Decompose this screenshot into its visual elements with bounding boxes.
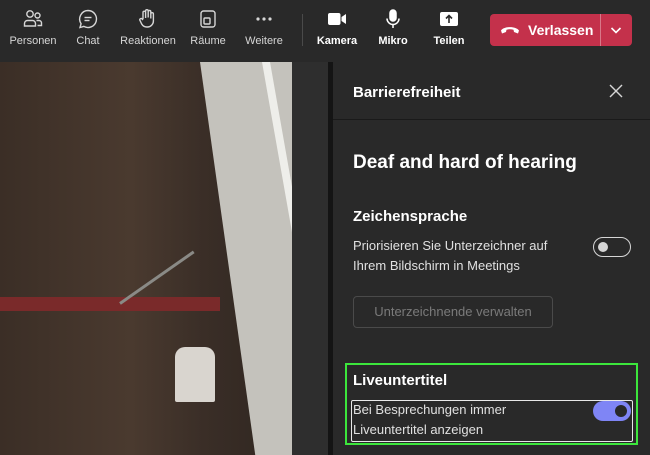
- chat-icon: [78, 9, 98, 29]
- leave-label: Verlassen: [528, 22, 594, 38]
- panel-title: Barrierefreiheit: [353, 84, 461, 101]
- more-icon: [256, 17, 272, 21]
- microphone-button[interactable]: Mikro: [363, 8, 423, 47]
- manage-signers-button[interactable]: Unterzeichnende verwalten: [353, 296, 553, 328]
- people-button[interactable]: Personen: [3, 8, 63, 47]
- close-icon: [609, 84, 623, 98]
- sign-language-heading: Zeichensprache: [353, 208, 468, 225]
- rooms-icon: [200, 10, 216, 28]
- rooms-label: Räume: [190, 35, 226, 47]
- leave-button-group: Verlassen: [490, 14, 632, 46]
- leave-options-button[interactable]: [601, 14, 632, 46]
- video-beam: [0, 297, 220, 311]
- chevron-down-icon: [610, 27, 622, 34]
- sign-language-description: Priorisieren Sie Unterzeichner auf Ihrem…: [353, 238, 548, 273]
- people-icon: [23, 10, 43, 27]
- meeting-toolbar: Personen Chat Reaktionen Räume Weitere K…: [0, 0, 650, 62]
- camera-label: Kamera: [316, 35, 358, 47]
- section-heading: Deaf and hard of hearing: [353, 152, 577, 173]
- share-label: Teilen: [433, 35, 465, 47]
- reactions-button[interactable]: Reaktionen: [118, 8, 178, 47]
- chat-label: Chat: [76, 35, 100, 47]
- close-button[interactable]: [607, 82, 625, 100]
- sign-language-toggle[interactable]: [593, 237, 631, 257]
- video-lamp: [175, 347, 215, 402]
- share-button[interactable]: Teilen: [419, 8, 479, 47]
- video-feed: [0, 62, 328, 455]
- more-label: Weitere: [245, 35, 283, 47]
- more-button[interactable]: Weitere: [234, 8, 294, 47]
- reactions-label: Reaktionen: [120, 35, 176, 47]
- leave-button[interactable]: Verlassen: [490, 14, 600, 46]
- raise-hand-icon: [139, 9, 155, 28]
- toggle-knob: [598, 242, 608, 252]
- share-icon: [440, 12, 458, 26]
- live-captions-focus-ring: [351, 400, 633, 442]
- people-label: Personen: [9, 35, 57, 47]
- hangup-icon: [501, 27, 519, 34]
- video-shadow: [292, 62, 328, 455]
- rooms-button[interactable]: Räume: [178, 8, 238, 47]
- camera-button[interactable]: Kamera: [307, 8, 367, 47]
- microphone-icon: [386, 9, 400, 28]
- microphone-label: Mikro: [378, 35, 408, 47]
- camera-icon: [328, 13, 346, 25]
- chat-button[interactable]: Chat: [58, 8, 118, 47]
- panel-header: Barrierefreiheit: [333, 62, 650, 120]
- toolbar-divider: [302, 14, 303, 46]
